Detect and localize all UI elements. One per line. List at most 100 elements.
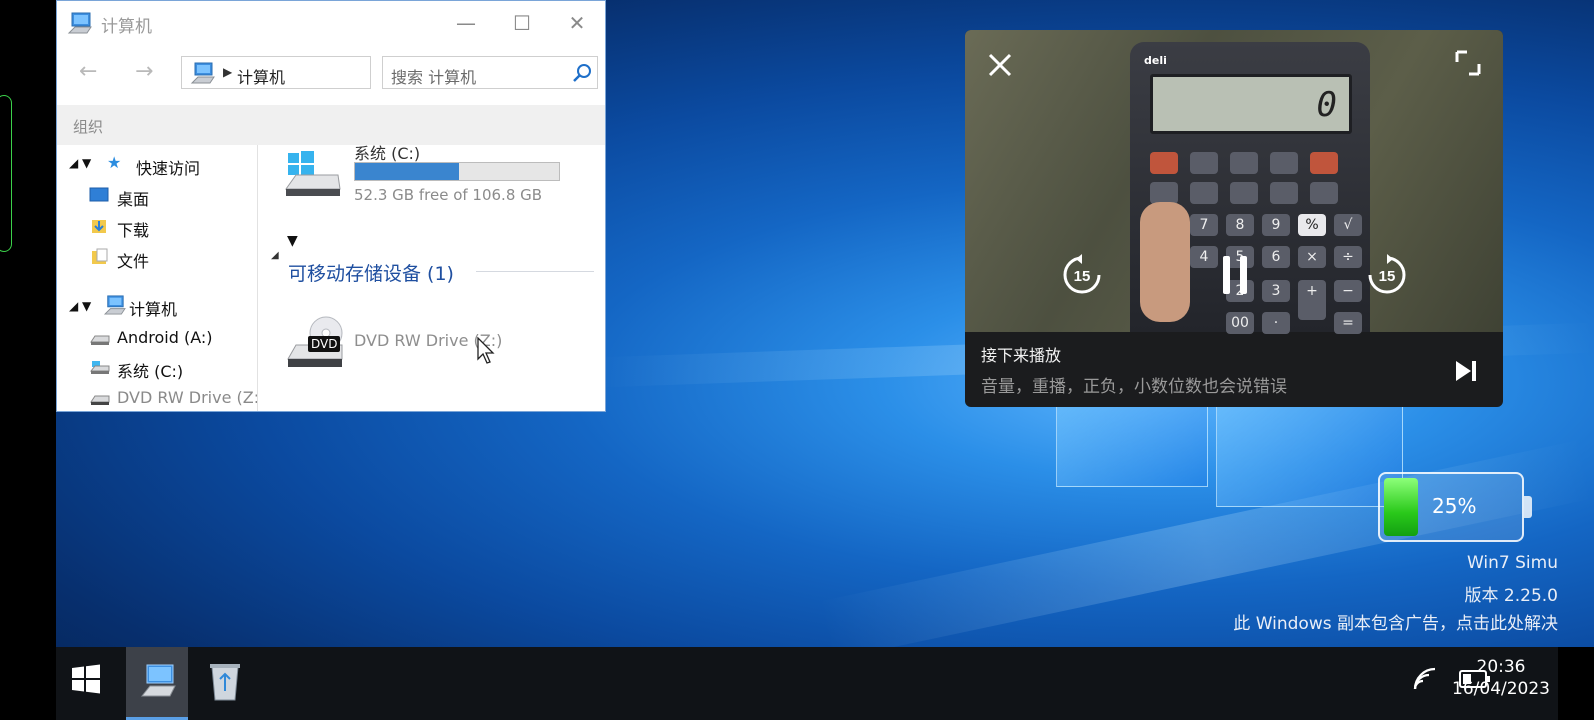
nav-system-drive[interactable]: 系统 (C:) xyxy=(117,358,183,382)
back-arrow-icon[interactable]: ← xyxy=(79,59,97,84)
computer-icon xyxy=(103,295,127,319)
expand-toggle-icon[interactable]: ◢ ▼ xyxy=(69,156,91,170)
calculator-key xyxy=(1150,182,1178,204)
calculator-key: = xyxy=(1334,312,1362,334)
computer-icon xyxy=(67,11,93,39)
breadcrumb-computer[interactable]: 计算机 xyxy=(237,64,285,88)
calculator-key xyxy=(1230,152,1258,174)
right-black-edge xyxy=(1558,647,1594,720)
close-button[interactable]: ✕ xyxy=(562,9,592,37)
system-drive-icon xyxy=(89,360,111,380)
documents-folder-icon xyxy=(91,248,109,270)
forward-arrow-icon[interactable]: → xyxy=(135,59,153,84)
drive-c-free-space: 52.3 GB free of 106.8 GB xyxy=(354,186,543,204)
windows-logo-pane xyxy=(1056,405,1208,487)
mouse-cursor-icon xyxy=(476,336,496,369)
title-bar[interactable]: 计算机 — ☐ ✕ xyxy=(57,1,605,45)
battery-level-fill xyxy=(1384,478,1418,536)
computer-icon xyxy=(190,62,216,88)
calculator-key: 4 xyxy=(1190,246,1218,268)
fullscreen-icon[interactable] xyxy=(1453,48,1483,82)
removable-storage-header[interactable]: 可移动存储设备 (1) xyxy=(288,259,454,286)
calculator-key: − xyxy=(1334,280,1362,302)
nav-documents[interactable]: 文件 xyxy=(117,248,149,272)
search-icon[interactable] xyxy=(571,62,593,88)
calculator-logo: deli xyxy=(1144,54,1167,67)
wifi-icon[interactable] xyxy=(1412,667,1438,695)
minimize-button[interactable]: — xyxy=(451,9,481,37)
taskbar: 20:36 16/04/2023 xyxy=(56,647,1594,720)
recycle-bin-icon[interactable] xyxy=(206,659,244,707)
battery-percent: 25% xyxy=(1432,494,1477,518)
navigation-pane[interactable]: ◢ ▼ ★ 快速访问 桌面 下载 文件 ◢ ▼ 计算机 Android (A:)… xyxy=(57,145,258,411)
calculator-key xyxy=(1230,182,1258,204)
calculator-image: deli 0 7 8 9 % √ 4 5 6 × ÷ 2 3 + − 00 · … xyxy=(1130,42,1370,334)
dvd-drive-icon xyxy=(89,391,111,410)
calculator-key: √ xyxy=(1334,214,1362,236)
calculator-key xyxy=(1190,182,1218,204)
calculator-digit: 0 xyxy=(1316,85,1337,125)
rewind-seconds: 15 xyxy=(1074,268,1091,285)
calculator-key: · xyxy=(1262,312,1290,334)
close-icon[interactable] xyxy=(985,50,1015,84)
calculator-key: 3 xyxy=(1262,280,1290,302)
up-next-label: 接下来播放 xyxy=(981,346,1062,365)
dvd-badge: DVD xyxy=(308,336,341,352)
watermark-activation-notice[interactable]: 此 Windows 副本包含广告，点击此处解决 xyxy=(1233,609,1558,634)
desktop-icon xyxy=(89,187,109,207)
window-title: 计算机 xyxy=(101,17,152,37)
calculator-key: ÷ xyxy=(1334,246,1362,268)
taskbar-explorer-button[interactable] xyxy=(126,647,188,720)
maximize-button[interactable]: ☐ xyxy=(507,9,537,37)
calculator-key: 7 xyxy=(1190,214,1218,236)
content-pane[interactable]: 系统 (C:) 52.3 GB free of 106.8 GB ▼ ◢ 可移动… xyxy=(258,145,605,411)
organize-menu[interactable]: 组织 xyxy=(73,116,103,137)
forward-15-icon[interactable]: 15 xyxy=(1366,254,1408,300)
pause-icon[interactable] xyxy=(1221,254,1249,300)
computer-icon xyxy=(139,663,177,703)
expand-toggle-icon[interactable]: ◢ ▼ xyxy=(69,299,91,313)
drive-usage-fill xyxy=(355,163,460,180)
group-expand-icon[interactable]: ◢ xyxy=(271,250,279,261)
windows-start-icon[interactable] xyxy=(70,663,102,699)
dvd-drive-icon: DVD xyxy=(284,313,346,371)
calculator-key xyxy=(1270,182,1298,204)
search-placeholder: 搜索 计算机 xyxy=(391,68,477,87)
watermark-app-name: Win7 Simu xyxy=(1466,553,1558,573)
rewind-15-icon[interactable]: 15 xyxy=(1061,254,1103,300)
group-collapse-icon[interactable]: ▼ xyxy=(287,233,298,249)
explorer-window[interactable]: 计算机 — ☐ ✕ ← → ▶ 计算机 搜索 计算机 组织 ◢ ▼ ★ 快速访问… xyxy=(56,0,606,412)
forward-seconds: 15 xyxy=(1379,268,1396,285)
up-next-title[interactable]: 音量，重播，正负，小数位数也会说错误 xyxy=(981,372,1287,397)
nav-desktop[interactable]: 桌面 xyxy=(117,186,149,210)
drive-icon xyxy=(89,331,111,350)
calculator-key: 00 xyxy=(1226,312,1254,334)
drive-usage-bar xyxy=(354,162,560,181)
calculator-key xyxy=(1310,182,1338,204)
nav-quick-access[interactable]: 快速访问 xyxy=(136,155,200,179)
clock-date: 16/04/2023 xyxy=(1452,679,1550,699)
video-frame[interactable]: deli 0 7 8 9 % √ 4 5 6 × ÷ 2 3 + − 00 · … xyxy=(965,30,1503,334)
search-input[interactable]: 搜索 计算机 xyxy=(382,56,598,89)
breadcrumb-chevron-icon[interactable]: ▶ xyxy=(223,65,232,79)
windows-logo-pane xyxy=(1216,405,1403,507)
ribbon-bar: 组织 xyxy=(57,105,605,145)
calculator-key: 6 xyxy=(1262,246,1290,268)
skip-next-icon[interactable] xyxy=(1453,358,1479,388)
edge-drag-handle[interactable] xyxy=(0,95,12,252)
nav-downloads[interactable]: 下载 xyxy=(117,217,149,241)
calculator-key: × xyxy=(1298,246,1326,268)
calculator-key: + xyxy=(1298,280,1326,320)
nav-computer[interactable]: 计算机 xyxy=(129,296,177,320)
address-bar[interactable]: ▶ 计算机 xyxy=(181,56,371,89)
nav-dvd-drive[interactable]: DVD RW Drive (Z:) xyxy=(117,388,257,407)
system-clock[interactable]: 20:36 16/04/2023 xyxy=(1452,656,1550,700)
calculator-key xyxy=(1270,152,1298,174)
video-player-overlay[interactable]: deli 0 7 8 9 % √ 4 5 6 × ÷ 2 3 + − 00 · … xyxy=(965,30,1503,407)
battery-widget: 25% xyxy=(1378,472,1532,542)
nav-android-drive[interactable]: Android (A:) xyxy=(117,328,212,347)
calculator-display: 0 xyxy=(1150,74,1352,134)
windows-drive-icon xyxy=(282,151,344,203)
battery-terminal xyxy=(1524,496,1532,518)
address-row: ← → ▶ 计算机 搜索 计算机 xyxy=(57,45,605,103)
